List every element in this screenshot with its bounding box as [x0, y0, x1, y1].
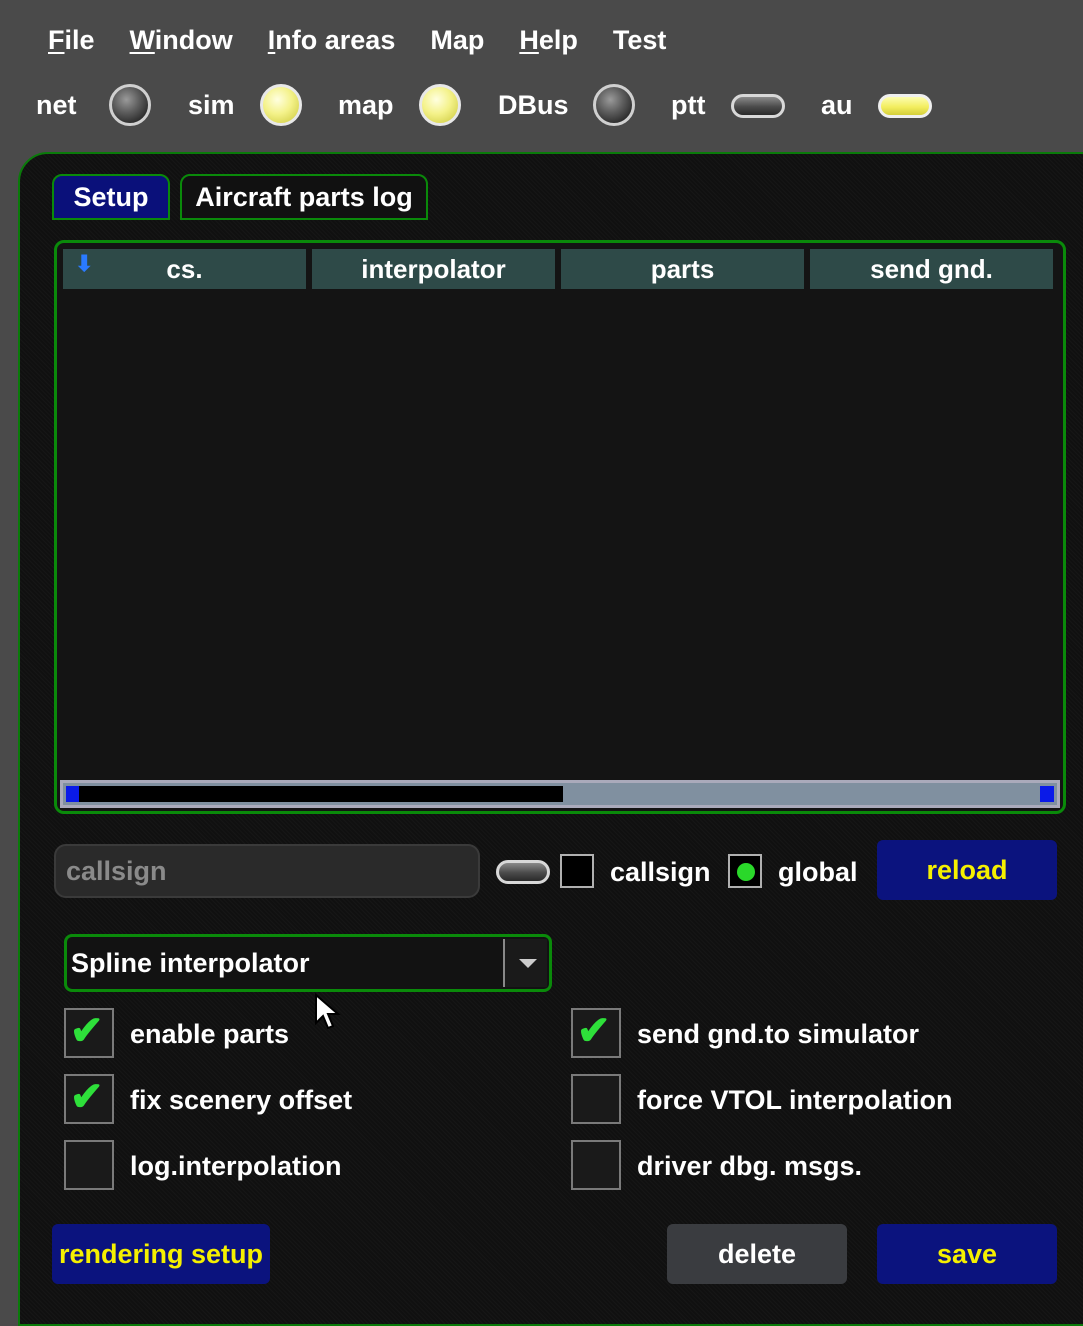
- enable-parts-label: enable parts: [130, 1019, 290, 1049]
- sim-label: sim: [188, 90, 235, 120]
- chevron-down-icon: [519, 959, 537, 968]
- mouse-pointer-icon: [315, 993, 341, 1030]
- save-button[interactable]: save: [877, 1224, 1057, 1284]
- interpolator-select[interactable]: Spline interpolator: [64, 934, 552, 992]
- menu-window[interactable]: Window: [130, 22, 233, 58]
- menu-map[interactable]: Map: [430, 22, 484, 58]
- reload-button[interactable]: reload: [877, 840, 1057, 900]
- fix-scenery-offset-label: fix scenery offset: [130, 1085, 353, 1115]
- driver-debug-messages-checkbox[interactable]: [571, 1140, 621, 1190]
- interpolator-select-value: Spline interpolator: [71, 948, 310, 978]
- map-label: map: [338, 90, 394, 120]
- dbus-led-icon: [593, 84, 635, 126]
- callsign-valid-led-icon: [496, 860, 550, 884]
- column-header-parts[interactable]: parts: [561, 249, 804, 289]
- force-vtol-checkbox[interactable]: [571, 1074, 621, 1124]
- checkmark-icon: ✔: [70, 1009, 104, 1053]
- callsign-input[interactable]: callsign: [54, 844, 480, 898]
- tab-aircraft-parts-log[interactable]: Aircraft parts log: [180, 174, 428, 220]
- main-panel: Setup Aircraft parts log ⬇ cs. interpola…: [18, 152, 1083, 1326]
- map-led-icon: [419, 84, 461, 126]
- status-indicators: net sim map DBus ptt au: [0, 84, 1083, 130]
- scrollbar-thumb[interactable]: [79, 786, 563, 802]
- dropdown-arrow-button[interactable]: [503, 939, 547, 987]
- net-led-icon: [109, 84, 151, 126]
- driver-debug-messages-label: driver dbg. msgs.: [637, 1151, 863, 1181]
- dbus-label: DBus: [498, 90, 569, 120]
- interpolation-setup-table: ⬇ cs. interpolator parts send gnd.: [54, 240, 1066, 814]
- global-radio[interactable]: [728, 854, 762, 888]
- callsign-checkbox-label: callsign: [610, 857, 711, 887]
- menu-test[interactable]: Test: [613, 22, 667, 58]
- sim-led-icon: [260, 84, 302, 126]
- send-gnd-label: send gnd.to simulator: [637, 1019, 920, 1049]
- column-header-send-gnd[interactable]: send gnd.: [810, 249, 1053, 289]
- ptt-label: ptt: [671, 90, 706, 120]
- menu-bar: File Window Info areas Map Help Test: [30, 22, 701, 58]
- column-header-cs[interactable]: ⬇ cs.: [63, 249, 306, 289]
- global-radio-label: global: [778, 857, 858, 887]
- checkmark-icon: ✔: [577, 1009, 611, 1053]
- rendering-setup-button[interactable]: rendering setup: [52, 1224, 270, 1284]
- delete-button[interactable]: delete: [667, 1224, 847, 1284]
- column-header-interpolator[interactable]: interpolator: [312, 249, 555, 289]
- log-interpolation-label: log.interpolation: [130, 1151, 342, 1181]
- tab-setup[interactable]: Setup: [52, 174, 170, 220]
- au-label: au: [821, 90, 853, 120]
- callsign-checkbox[interactable]: [560, 854, 594, 888]
- net-label: net: [36, 90, 77, 120]
- sort-descending-icon: ⬇: [75, 251, 94, 276]
- log-interpolation-checkbox[interactable]: [64, 1140, 114, 1190]
- enable-parts-checkbox[interactable]: ✔: [64, 1008, 114, 1058]
- checkmark-icon: ✔: [70, 1075, 104, 1119]
- horizontal-scrollbar[interactable]: [60, 780, 1060, 808]
- send-gnd-checkbox[interactable]: ✔: [571, 1008, 621, 1058]
- menu-help[interactable]: Help: [519, 22, 578, 58]
- force-vtol-label: force VTOL interpolation: [637, 1085, 953, 1115]
- scroll-left-arrow-icon[interactable]: [66, 786, 80, 802]
- scroll-right-arrow-icon[interactable]: [1040, 786, 1054, 802]
- menu-file[interactable]: File: [48, 22, 95, 58]
- ptt-led-icon: [731, 94, 785, 118]
- au-led-icon: [878, 94, 932, 118]
- fix-scenery-offset-checkbox[interactable]: ✔: [64, 1074, 114, 1124]
- menu-info-areas[interactable]: Info areas: [268, 22, 396, 58]
- table-header: ⬇ cs. interpolator parts send gnd.: [63, 249, 1059, 289]
- radio-selected-dot: [737, 863, 755, 881]
